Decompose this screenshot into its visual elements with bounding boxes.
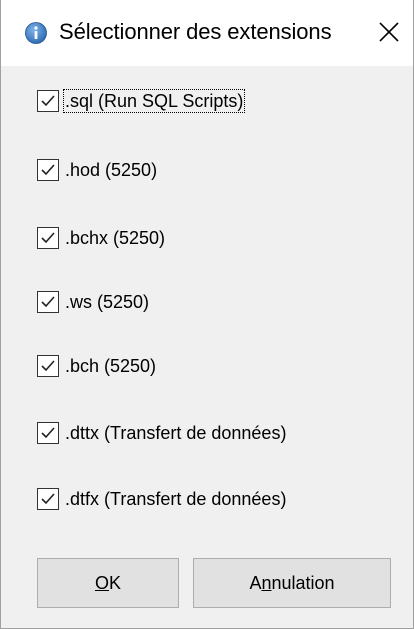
extension-item-bch[interactable]: .bch (5250)	[37, 352, 158, 380]
extension-label: .hod (5250)	[65, 160, 158, 180]
extension-item-bchx[interactable]: .bchx (5250)	[37, 224, 167, 252]
cancel-button[interactable]: An nulation	[193, 558, 391, 608]
info-icon	[25, 22, 47, 44]
extension-label: .sql (Run SQL Scripts)	[63, 89, 246, 113]
extension-item-ws[interactable]: .ws (5250)	[37, 288, 151, 316]
ok-label-rest: K	[109, 572, 122, 593]
close-button[interactable]	[371, 12, 407, 52]
checkbox-sql[interactable]	[37, 90, 59, 112]
cancel-mnemonic: n	[261, 572, 272, 593]
checkbox-ws[interactable]	[37, 291, 59, 313]
close-icon	[379, 22, 399, 42]
cancel-label-start: A	[249, 572, 262, 593]
extension-item-hod[interactable]: .hod (5250)	[37, 156, 159, 184]
checkmark-icon	[41, 493, 55, 505]
checkbox-bchx[interactable]	[37, 227, 59, 249]
cancel-label-rest: nulation	[271, 572, 335, 593]
extension-label: .dttx (Transfert de données)	[65, 423, 287, 443]
checkmark-icon	[41, 232, 55, 244]
extension-item-dttx[interactable]: .dttx (Transfert de données)	[37, 419, 288, 447]
select-extensions-dialog: Sélectionner des extensions .sql (Run SQ…	[0, 0, 414, 629]
ok-mnemonic: O	[94, 572, 109, 593]
extension-item-sql[interactable]: .sql (Run SQL Scripts)	[37, 87, 246, 115]
window-title: Sélectionner des extensions	[59, 19, 332, 44]
checkmark-icon	[41, 95, 55, 107]
extension-list: .sql (Run SQL Scripts) .hod (5250) .bchx…	[1, 66, 413, 628]
extension-label: .dtfx (Transfert de données)	[65, 489, 287, 509]
extension-label: .bch (5250)	[65, 356, 157, 376]
extension-label: .ws (5250)	[65, 292, 150, 312]
checkbox-dtfx[interactable]	[37, 488, 59, 510]
checkmark-icon	[41, 427, 55, 439]
checkbox-dttx[interactable]	[37, 422, 59, 444]
ok-button[interactable]: OK	[37, 558, 179, 608]
extension-label: .bchx (5250)	[65, 228, 166, 248]
checkbox-hod[interactable]	[37, 159, 59, 181]
extension-item-dtfx[interactable]: .dtfx (Transfert de données)	[37, 485, 288, 513]
checkmark-icon	[41, 360, 55, 372]
title-bar: Sélectionner des extensions	[1, 0, 413, 66]
checkmark-icon	[41, 296, 55, 308]
checkbox-bch[interactable]	[37, 355, 59, 377]
checkmark-icon	[41, 164, 55, 176]
